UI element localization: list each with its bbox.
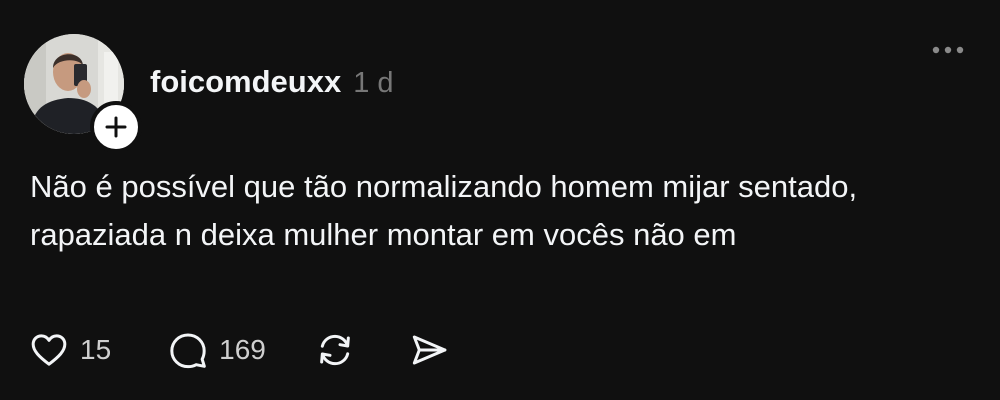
- like-button[interactable]: 15: [28, 330, 111, 370]
- send-icon: [412, 335, 447, 365]
- post-actions: 15 169: [28, 328, 450, 372]
- more-options-button[interactable]: [928, 38, 968, 62]
- post-text: Não é possível que tão normalizando home…: [30, 169, 858, 252]
- like-count: 15: [80, 334, 112, 365]
- comment-icon: [170, 333, 206, 369]
- author-avatar-container: [24, 34, 142, 153]
- follow-button[interactable]: [90, 101, 142, 153]
- repost-icon: [320, 334, 350, 366]
- plus-icon: [105, 116, 127, 138]
- timestamp: 1 d: [353, 67, 394, 99]
- heart-icon: [31, 334, 67, 366]
- reply-button[interactable]: 169: [167, 330, 266, 370]
- more-horizontal-icon: [932, 46, 964, 54]
- post-header: foicomdeuxx 1 d: [150, 64, 394, 100]
- repost-button[interactable]: [314, 330, 356, 370]
- thread-post: foicomdeuxx 1 d Não é possível que tão n…: [0, 0, 1000, 400]
- reply-count: 169: [219, 334, 266, 365]
- share-button[interactable]: [408, 330, 450, 370]
- username[interactable]: foicomdeuxx: [150, 64, 341, 100]
